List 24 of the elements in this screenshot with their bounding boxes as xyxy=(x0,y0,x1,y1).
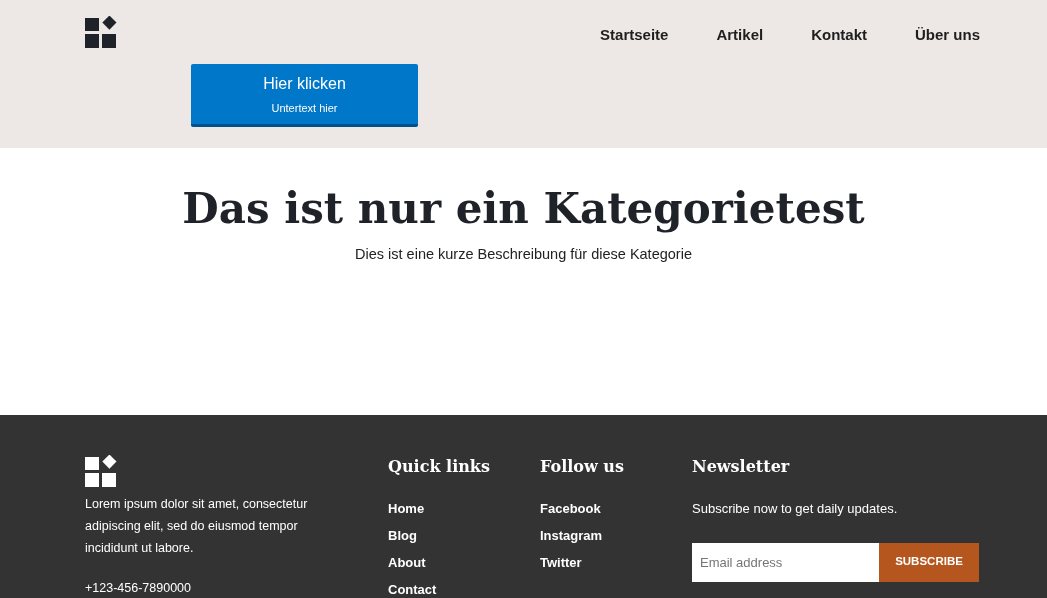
footer-link[interactable]: About xyxy=(388,553,540,572)
newsletter-text: Subscribe now to get daily updates. xyxy=(692,500,899,518)
footer-link[interactable]: Contact xyxy=(388,580,540,598)
footer-link[interactable]: Home xyxy=(388,499,540,518)
email-field[interactable]: Email address xyxy=(692,542,879,582)
footer-link[interactable]: Instagram xyxy=(540,526,692,545)
column-heading: Follow us xyxy=(540,457,625,477)
footer-link[interactable]: Blog xyxy=(388,526,540,545)
cta-button[interactable]: Hier klicken Untertext hier xyxy=(191,64,418,127)
page-description: Dies ist eine kurze Beschreibung für diese Kategorie xyxy=(354,245,693,265)
nav-link[interactable]: Artikel xyxy=(716,24,764,47)
phone-number: +123-456-7890000 xyxy=(85,580,192,597)
footer-link[interactable]: Twitter xyxy=(540,553,692,572)
column-heading: Newsletter xyxy=(692,457,791,477)
footer-link[interactable]: Facebook xyxy=(540,499,692,518)
nav-link[interactable]: Kontakt xyxy=(811,24,867,47)
subscribe-button[interactable]: SUBSCRIBE xyxy=(879,542,979,582)
nav-link[interactable]: Über uns xyxy=(915,24,980,47)
logo-icon[interactable] xyxy=(85,16,117,48)
nav-link[interactable]: Startseite xyxy=(600,24,669,47)
page-title: Das ist nur ein Kategorietest xyxy=(181,184,866,235)
logo-icon[interactable] xyxy=(85,455,117,487)
column-heading: Quick links xyxy=(388,457,491,477)
about-text: Lorem ipsum dolor sit amet, consectetur adipiscing elit, sed do eiusmod tempor incididunt ut labore. xyxy=(85,496,309,557)
